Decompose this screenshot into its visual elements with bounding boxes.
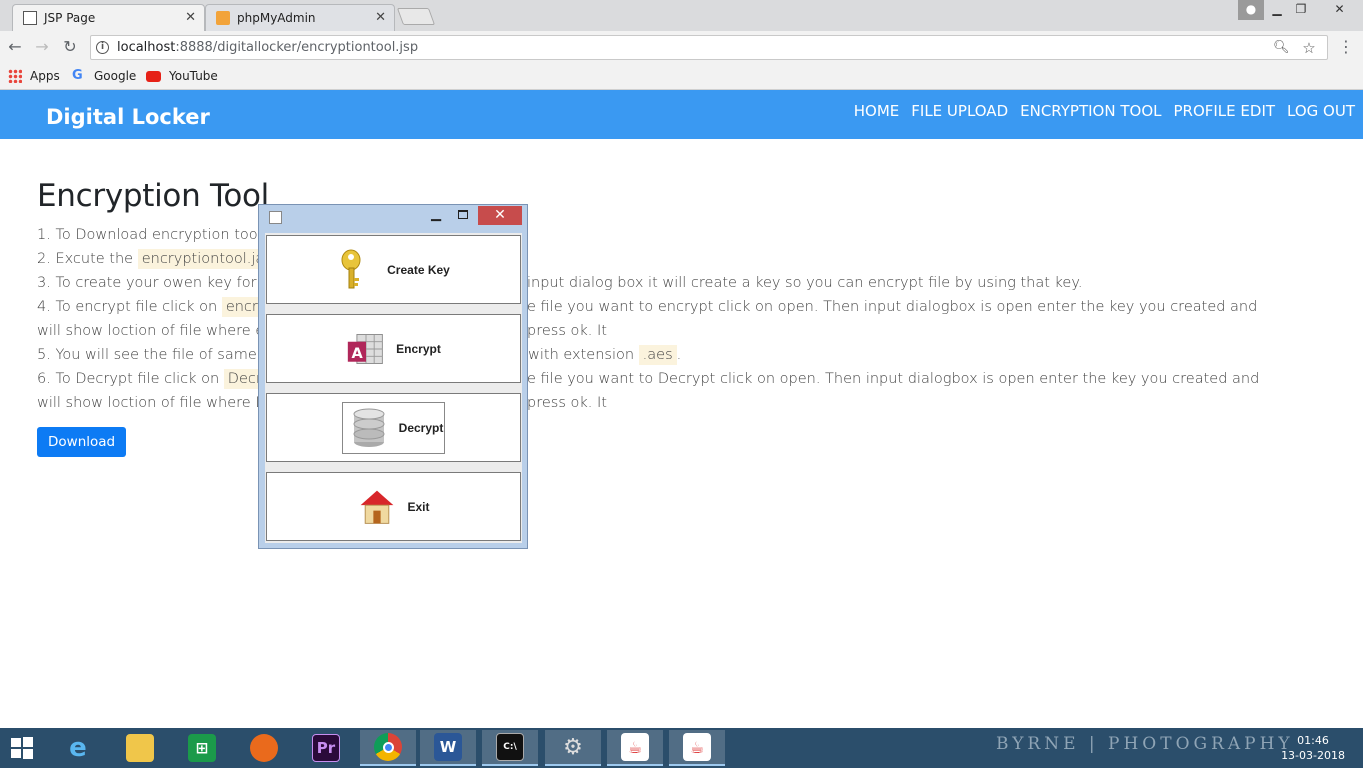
clock-date: 13-03-2018 (1281, 749, 1345, 762)
java-icon: ☕ (621, 733, 649, 761)
bookmarks-bar: Apps G Google YouTube (0, 64, 1363, 90)
step-2: 2. Excute the encryptiontool.jar f (37, 247, 1297, 271)
page-icon (23, 11, 37, 25)
premiere-icon: Pr (312, 734, 340, 762)
word-icon: W (434, 733, 462, 761)
home-icon (361, 490, 394, 524)
decrypt-button[interactable]: Decrypt (266, 393, 521, 462)
dialog-body: Create Key A Encrypt Decrypt Exit (265, 233, 522, 543)
star-icon[interactable]: ☆ (1301, 40, 1317, 56)
tab-strip: JSP Page ✕ phpMyAdmin ✕ ● ▁ ❐ ✕ (0, 0, 1363, 31)
tab-phpmyadmin[interactable]: phpMyAdmin ✕ (205, 4, 395, 31)
firefox-icon (250, 734, 278, 762)
url-host: localhost (117, 40, 176, 55)
java-icon (269, 211, 282, 224)
close-window-icon[interactable]: ✕ (1316, 0, 1363, 20)
maximize-icon[interactable] (458, 210, 468, 219)
minimize-icon[interactable]: ▁ (1264, 0, 1290, 20)
create-key-button[interactable]: Create Key (266, 235, 521, 304)
java-icon: ☕ (683, 733, 711, 761)
svg-text:A: A (352, 346, 364, 362)
forward-icon[interactable]: → (32, 37, 52, 57)
back-icon[interactable]: ← (5, 37, 25, 57)
ie-icon: e (69, 733, 87, 763)
step-4: 4. To encrypt file click on encrypt e fil… (37, 297, 1258, 339)
reload-icon[interactable]: ↻ (60, 37, 80, 57)
terminal-icon: C:\ (496, 733, 524, 761)
browser-toolbar: ← → ↻ i localhost:8888/digitallocker/enc… (0, 31, 1363, 64)
nav-encryption-tool[interactable]: ENCRYPTION TOOL (1020, 102, 1161, 120)
step-3: 3. To create your owen key for en input d… (37, 275, 1083, 291)
encryption-tool-dialog: ▁ ✕ Create Key A Encrypt Decrypt Exit (258, 204, 528, 549)
phpmyadmin-icon (216, 11, 230, 25)
site-brand[interactable]: Digital Locker (46, 105, 210, 129)
taskbar-explorer[interactable] (112, 730, 168, 766)
close-icon[interactable]: ✕ (478, 206, 522, 225)
new-tab-button[interactable] (396, 8, 436, 25)
taskbar-firefox[interactable] (236, 730, 292, 766)
minimize-icon[interactable]: ▁ (431, 207, 441, 222)
start-button[interactable] (0, 730, 44, 766)
nav-profile-edit[interactable]: PROFILE EDIT (1173, 102, 1275, 120)
nav-links: HOME FILE UPLOAD ENCRYPTION TOOL PROFILE… (842, 102, 1355, 120)
taskbar-java-1[interactable]: ☕ (607, 730, 663, 766)
google-icon: G (72, 68, 83, 83)
taskbar-word[interactable]: W (420, 730, 476, 766)
database-icon (353, 408, 385, 447)
nav-file-upload[interactable]: FILE UPLOAD (911, 102, 1008, 120)
tab-label: phpMyAdmin (237, 11, 316, 25)
tab-label: JSP Page (44, 11, 96, 25)
access-database-icon: A (347, 333, 383, 364)
tab-jsp-page[interactable]: JSP Page ✕ (12, 4, 205, 31)
info-icon: i (96, 41, 109, 54)
bookmark-apps[interactable]: Apps (8, 69, 60, 83)
apps-grid-icon (8, 69, 22, 83)
step-1: 1. To Download encryption tool cl (37, 227, 279, 243)
taskbar: e ⊞ Pr W C:\ ⚙ ☕ ☕ BYRNE | PHOTOGRAPHY 0… (0, 728, 1363, 768)
folder-icon (126, 734, 154, 762)
zoom-icon[interactable]: 🔍︎ (1273, 40, 1290, 56)
nav-log-out[interactable]: LOG OUT (1287, 102, 1355, 120)
system-clock[interactable]: 01:46 13-03-2018 (1281, 733, 1345, 763)
url-path: :8888/digitallocker/encryptiontool.jsp (175, 40, 419, 55)
main-content: Encryption Tool 1. To Download encryptio… (37, 178, 1297, 457)
menu-icon[interactable]: ⋮ (1336, 37, 1356, 57)
taskbar-ie[interactable]: e (50, 730, 106, 766)
user-icon[interactable]: ● (1238, 0, 1264, 20)
windows-icon (11, 737, 33, 759)
taskbar-cmd[interactable]: C:\ (482, 730, 538, 766)
taskbar-java-2[interactable]: ☕ (669, 730, 725, 766)
store-icon: ⊞ (188, 734, 216, 762)
taskbar-chrome[interactable] (360, 730, 416, 766)
step-6: 6. To Decrypt file click on Decryp e file… (37, 369, 1260, 411)
page-title: Encryption Tool (37, 178, 269, 214)
close-icon[interactable]: ✕ (185, 10, 196, 25)
focus-ring: Decrypt (341, 401, 446, 454)
download-button[interactable]: Download (37, 427, 127, 457)
restore-icon[interactable]: ❐ (1288, 0, 1314, 20)
address-bar[interactable]: i localhost:8888/digitallocker/encryptio… (90, 35, 1328, 60)
taskbar-premiere[interactable]: Pr (298, 730, 354, 766)
encrypt-button[interactable]: A Encrypt (266, 314, 521, 383)
steps-list: 1. To Download encryption tool cl 2. Exc… (37, 223, 1297, 415)
taskbar-settings[interactable]: ⚙ (545, 730, 601, 766)
youtube-icon (146, 70, 161, 82)
bookmark-youtube[interactable]: YouTube (146, 69, 218, 83)
taskbar-store[interactable]: ⊞ (174, 730, 230, 766)
watermark: BYRNE | PHOTOGRAPHY (996, 734, 1294, 754)
site-navbar: Digital Locker HOME FILE UPLOAD ENCRYPTI… (0, 90, 1363, 139)
gear-icon: ⚙ (563, 734, 583, 760)
step-5: 5. You will see the file of same na with … (37, 345, 682, 365)
clock-time: 01:46 (1297, 734, 1329, 747)
close-icon[interactable]: ✕ (375, 10, 386, 25)
chrome-icon (374, 733, 402, 761)
nav-home[interactable]: HOME (854, 102, 900, 120)
exit-button[interactable]: Exit (266, 472, 521, 541)
bookmark-google[interactable]: G Google (72, 68, 136, 84)
dialog-titlebar[interactable]: ▁ ✕ (259, 205, 527, 229)
key-icon (341, 249, 361, 288)
